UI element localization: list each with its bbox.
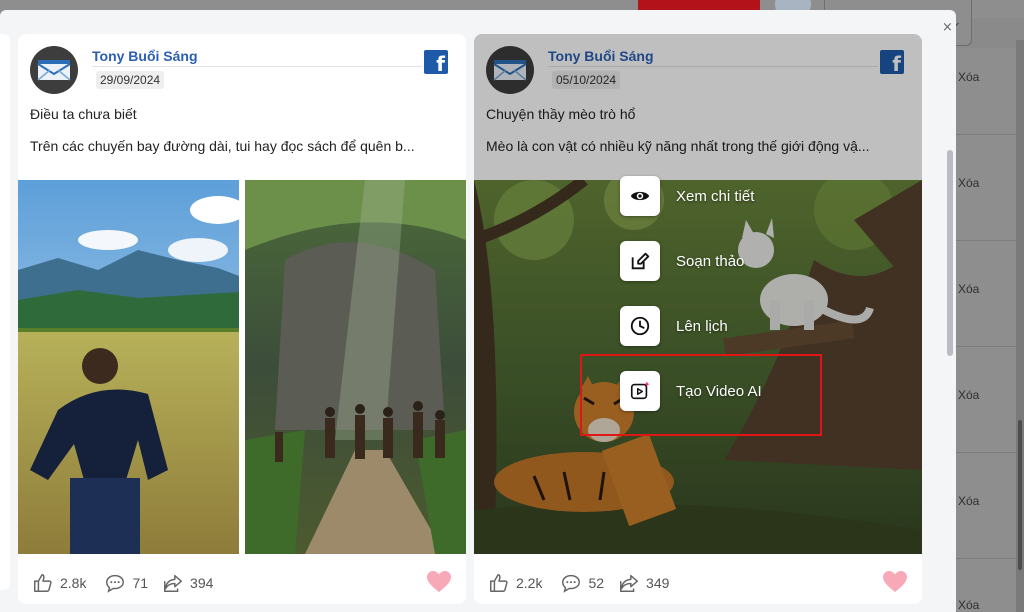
likes-count: 2.2k xyxy=(516,575,543,591)
mail-logo-icon xyxy=(37,60,71,81)
page-scrollbar-thumb xyxy=(1018,420,1022,570)
background-list-panel xyxy=(956,48,1024,612)
avatar xyxy=(30,46,78,94)
delete-link: Xóa xyxy=(958,282,980,296)
hover-overlay xyxy=(474,34,922,180)
divider xyxy=(956,452,1016,453)
likes-count: 2.8k xyxy=(60,575,87,591)
heart-icon[interactable] xyxy=(882,570,908,594)
post-media xyxy=(18,180,466,554)
comments-stat: 71 xyxy=(104,572,148,594)
divider xyxy=(956,240,1016,241)
comments-stat: 52 xyxy=(560,572,604,594)
likes-stat: 2.8k xyxy=(32,572,86,594)
post-picker-modal: × Tony Buổi Sáng 29/09/2024 f Điều ta ch… xyxy=(0,10,956,612)
comments-count: 71 xyxy=(132,575,149,591)
post-image-field xyxy=(18,180,239,554)
comment-icon xyxy=(562,574,581,593)
clock-icon[interactable] xyxy=(620,306,660,346)
divider xyxy=(956,134,1016,135)
post-excerpt: Trên các chuyến bay đường dài, tui hay đ… xyxy=(30,138,415,154)
eye-icon[interactable] xyxy=(620,176,660,216)
edit-icon[interactable] xyxy=(620,241,660,281)
schedule-button[interactable]: Lên lịch xyxy=(620,306,728,346)
facebook-icon: f xyxy=(424,50,448,74)
likes-stat: 2.2k xyxy=(488,572,542,594)
thumbs-up-icon xyxy=(34,574,52,592)
edit-button[interactable]: Soạn thảo xyxy=(620,241,744,281)
comment-icon xyxy=(106,574,125,593)
post-stats: 2.2k 52 349 xyxy=(474,568,922,598)
shares-count: 394 xyxy=(190,575,214,591)
schedule-label[interactable]: Lên lịch xyxy=(676,318,728,335)
delete-link: Xóa xyxy=(958,388,980,402)
delete-link: Xóa xyxy=(958,176,980,190)
thumbs-up-icon xyxy=(490,574,508,592)
shares-stat: 394 xyxy=(162,572,213,594)
heart-icon[interactable] xyxy=(426,570,452,594)
delete-link: Xóa xyxy=(958,598,980,612)
post-card[interactable]: Tony Buổi Sáng 05/10/2024 f Chuyện thầy … xyxy=(474,34,922,604)
shares-stat: 349 xyxy=(618,572,669,594)
edit-label[interactable]: Soạn thảo xyxy=(676,253,744,270)
view-detail-button[interactable]: Xem chi tiết xyxy=(620,176,754,216)
author-name[interactable]: Tony Buổi Sáng xyxy=(92,48,198,64)
highlight-box xyxy=(580,354,822,436)
comments-count: 52 xyxy=(588,575,605,591)
shares-count: 349 xyxy=(646,575,670,591)
share-icon xyxy=(164,574,183,592)
modal-scrollbar-thumb[interactable] xyxy=(947,150,953,356)
delete-link: Xóa xyxy=(958,70,980,84)
share-icon xyxy=(620,574,639,592)
post-title: Điều ta chưa biết xyxy=(30,106,137,122)
post-stats: 2.8k 71 394 xyxy=(18,568,466,598)
post-date: 29/09/2024 xyxy=(96,71,165,89)
view-detail-label[interactable]: Xem chi tiết xyxy=(676,188,754,205)
post-card-partial xyxy=(0,34,10,590)
divider xyxy=(92,66,422,67)
divider xyxy=(956,346,1016,347)
delete-link: Xóa xyxy=(958,494,980,508)
post-card[interactable]: Tony Buổi Sáng 29/09/2024 f Điều ta chưa… xyxy=(18,34,466,604)
post-image-forest xyxy=(245,180,466,554)
divider xyxy=(956,558,1016,559)
